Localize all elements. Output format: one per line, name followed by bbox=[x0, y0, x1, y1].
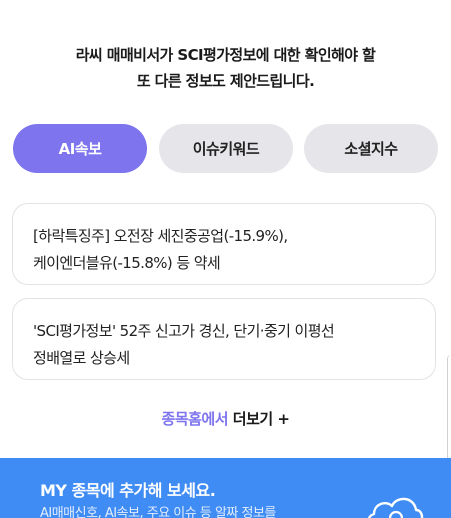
more-link-label: 더보기 + bbox=[232, 410, 290, 428]
news-card-line: 정배열로 상승세 bbox=[33, 349, 130, 367]
tab-ai-news[interactable]: AI속보 bbox=[13, 124, 147, 173]
recommendation-prompt: 라씨 매매비서가 SCI평가정보에 대한 확인해야 할 또 다른 정보도 제안드… bbox=[0, 42, 451, 94]
news-card-line: 케이엔더블유(-15.8%) 등 약세 bbox=[33, 254, 221, 272]
news-card[interactable]: [하락특징주] 오전장 세진중공업(-15.9%), 케이엔더블유(-15.8%… bbox=[12, 203, 436, 285]
news-card[interactable]: 'SCI평가정보' 52주 신고가 경신, 단기·중기 이평선 정배열로 상승세 bbox=[12, 298, 436, 380]
banner-subtitle: AI매매신호, AI속보, 주요 이슈 등 알짜 정보를 bbox=[40, 506, 276, 518]
my-stock-banner[interactable]: MY 종목에 추가해 보세요. AI매매신호, AI속보, 주요 이슈 등 알짜… bbox=[0, 458, 451, 518]
cloud-icon bbox=[368, 497, 424, 518]
banner-title: MY 종목에 추가해 보세요. bbox=[40, 481, 216, 500]
tab-social-index[interactable]: 소셜지수 bbox=[304, 124, 438, 173]
prompt-line-2: 또 다른 정보도 제안드립니다. bbox=[136, 72, 315, 90]
news-card-line: [하락특징주] 오전장 세진중공업(-15.9%), bbox=[33, 227, 288, 245]
more-link-prefix: 종목홈에서 bbox=[161, 410, 229, 428]
prompt-line-1: 라씨 매매비서가 SCI평가정보에 대한 확인해야 할 bbox=[75, 46, 376, 64]
tab-issue-keyword[interactable]: 이슈키워드 bbox=[159, 124, 293, 173]
more-link[interactable]: 종목홈에서 더보기 + bbox=[0, 408, 451, 429]
category-tabs: AI속보 이슈키워드 소셜지수 bbox=[13, 124, 438, 173]
news-card-line: 'SCI평가정보' 52주 신고가 경신, 단기·중기 이평선 bbox=[33, 322, 335, 340]
